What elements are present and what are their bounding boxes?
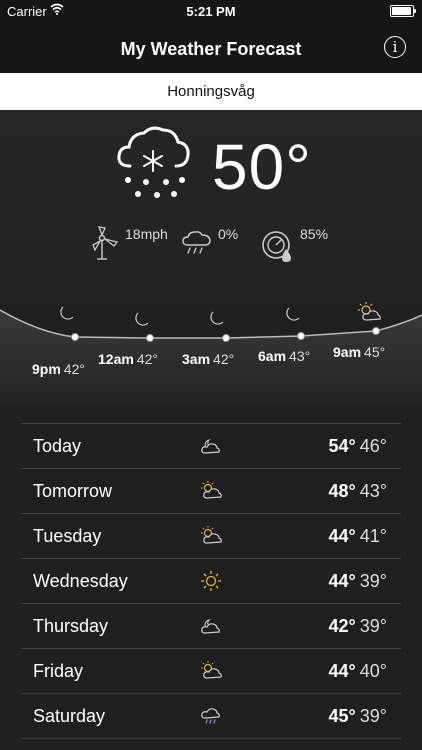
current-conditions: 50° 18mph 0% 85% (0, 110, 422, 300)
high-temp: 44° (328, 571, 356, 591)
low-temp: 43° (359, 481, 387, 501)
moon-icon (286, 307, 300, 321)
list-item[interactable]: Tomorrow 48° 43° (21, 468, 401, 513)
hourly-forecast: 9pm 42° 12am 42° 3am 42° 6am 43° 9am 45° (0, 295, 422, 405)
hour-item: 6am 43° (258, 348, 311, 364)
clock: 5:21 PM (186, 4, 236, 19)
status-bar: Carrier 5:21 PM (0, 0, 422, 22)
moon-icon (210, 311, 224, 325)
wind-speed: 18mph (125, 226, 168, 242)
list-item[interactable]: Thursday 42° 39° (21, 603, 401, 648)
day-name: Wednesday (33, 571, 128, 591)
low-temp: 39° (359, 571, 387, 591)
current-temperature: 50° (212, 131, 312, 203)
low-temp: 41° (359, 526, 387, 546)
hour-item: 9pm 42° (32, 361, 85, 377)
battery-icon (390, 5, 416, 17)
day-name: Saturday (33, 706, 106, 726)
high-temp: 44° (328, 661, 356, 681)
moon-icon (135, 312, 149, 326)
high-temp: 45° (328, 706, 356, 726)
sun-icon (201, 571, 221, 591)
app-title: My Weather Forecast (120, 39, 302, 59)
low-temp: 39° (359, 616, 387, 636)
list-item[interactable]: Saturday 45° 39° (21, 693, 401, 739)
partly-sunny-icon (201, 481, 222, 499)
night-cloudy-icon (201, 439, 220, 454)
low-temp: 39° (359, 706, 387, 726)
partly-sunny-icon (201, 661, 222, 679)
list-item[interactable]: Wednesday 44° 39° (21, 558, 401, 603)
daily-forecast: Today 54° 46° Tomorrow 48° 43° Tuesday 4… (21, 423, 401, 739)
location-label[interactable]: Honningsvåg (0, 73, 422, 110)
high-temp: 48° (328, 481, 356, 501)
precipitation-chance: 0% (218, 226, 239, 242)
snow-cloud-icon (117, 126, 190, 198)
list-item[interactable]: Friday 44° 40° (21, 648, 401, 693)
humidity-gauge-icon (262, 231, 291, 262)
hour-item: 9am 45° (333, 344, 386, 360)
rain-cloud-icon (182, 231, 211, 254)
day-name: Today (33, 436, 82, 456)
night-cloudy-icon (201, 619, 220, 634)
low-temp: 46° (359, 436, 387, 456)
high-temp: 42° (328, 616, 356, 636)
navigation-bar: My Weather Forecast i (0, 22, 422, 73)
partly-sunny-icon (201, 526, 222, 544)
list-item[interactable]: Tuesday 44° 41° (21, 513, 401, 558)
high-temp: 54° (328, 436, 356, 456)
high-temp: 44° (328, 526, 356, 546)
list-item[interactable]: Today 54° 46° (21, 423, 401, 468)
humidity-value: 85% (300, 226, 329, 242)
low-temp: 40° (359, 661, 387, 681)
hour-item: 12am 42° (98, 351, 158, 367)
rain-cloud-icon (201, 708, 220, 724)
hour-item: 3am 42° (182, 351, 235, 367)
day-name: Thursday (33, 616, 109, 636)
day-name: Friday (33, 661, 84, 681)
moon-icon (60, 306, 74, 320)
day-name: Tomorrow (33, 481, 113, 501)
info-icon[interactable]: i (384, 36, 406, 58)
wind-turbine-icon (92, 226, 119, 260)
day-name: Tuesday (33, 526, 102, 546)
